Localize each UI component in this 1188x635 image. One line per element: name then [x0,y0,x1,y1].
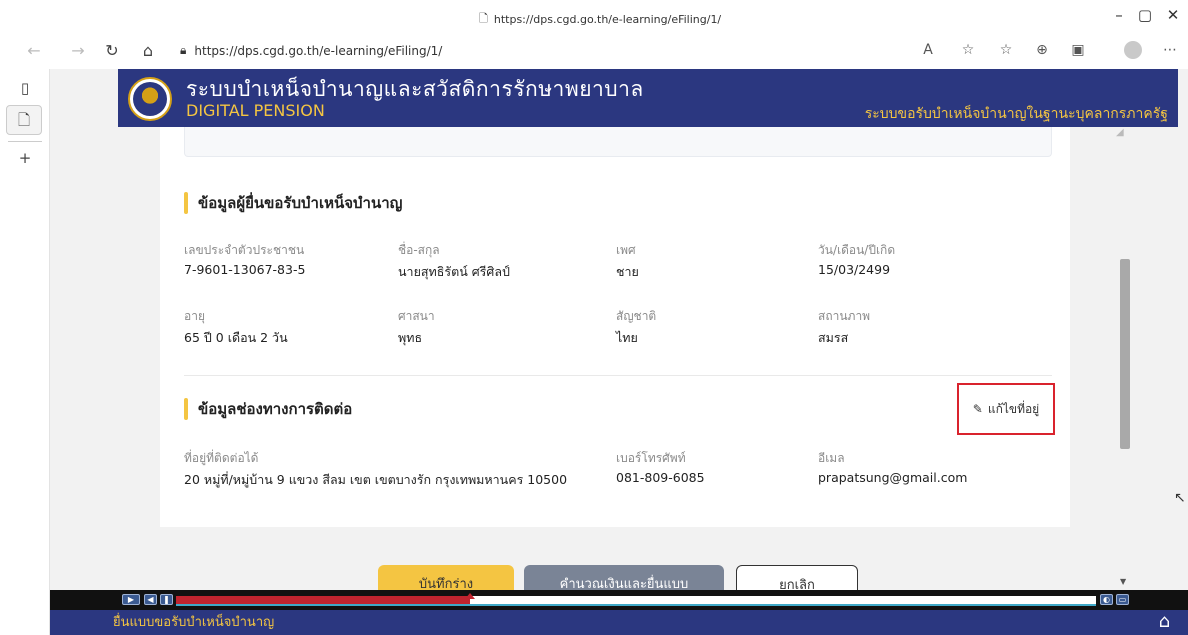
field-label: สัญชาติ [616,309,657,323]
fullscreen-icon[interactable]: ▭ [1116,594,1129,605]
volume-icon[interactable]: ◐ [1100,594,1113,605]
pause-icon[interactable]: ❚ [160,594,173,605]
close-icon[interactable]: ✕ [1158,6,1188,24]
contact-section-heading: ข้อมูลช่องทางการติดต่อ [184,397,352,421]
rewind-icon[interactable]: ◀ [144,594,157,605]
field-label: สถานภาพ [818,309,871,323]
birthdate-value: 15/03/2499 [818,262,891,277]
heading-accent-bar [184,192,188,214]
edit-address-button[interactable]: ✎ แก้ไขที่อยู่ [957,383,1055,435]
mouse-cursor-icon: ↖ [1174,490,1186,506]
playhead[interactable] [465,593,475,599]
home-browser-icon[interactable]: ⌂ [138,41,158,60]
home-icon[interactable]: ⌂ [1159,612,1170,632]
nationality-value: ไทย [616,330,638,345]
window-title: 🗋 https://dps.cgd.go.th/e-learning/eFili… [479,10,721,29]
page-icon: 🗋 [479,12,488,25]
fullname-value: นายสุทธิรัตน์ ศรีศิลป์ [398,264,510,279]
applicant-section-heading: ข้อมูลผู้ยื่นขอรับบำเหน็จบำนาญ [184,191,402,215]
new-tab-icon[interactable]: + [0,149,50,167]
field-label: ชื่อ-สกุล [398,243,440,257]
forward-icon[interactable]: → [68,41,88,60]
age-value: 65 ปี 0 เดือน 2 วัน [184,330,288,345]
more-menu-icon[interactable]: ⋯ [1160,42,1180,58]
collections-icon[interactable]: ⊕ [1032,42,1052,58]
cgd-logo [128,77,172,121]
edit-address-label: แก้ไขที่อยู่ [987,401,1040,416]
buffer-track [176,604,1096,606]
window-title-text: https://dps.cgd.go.th/e-learning/eFiling… [493,13,722,26]
field-label: ศาสนา [398,309,435,323]
playback-progress-remaining[interactable] [470,596,1096,604]
phone-value: 081-809-6085 [616,470,705,485]
religion-value: พุทธ [398,330,423,345]
active-tab-icon[interactable]: 🗋 [6,105,42,135]
add-favorite-icon[interactable]: ☆ [958,42,978,58]
scroll-down-arrow[interactable]: ▼ [1120,577,1126,586]
browser-titlebar: 🗋 https://dps.cgd.go.th/e-learning/eFili… [0,0,1188,33]
url-text: https://dps.cgd.go.th/e-learning/eFiling… [194,43,443,58]
tab-actions-icon[interactable]: ▯ [0,79,50,97]
profile-avatar[interactable] [1124,41,1142,59]
field-label: เพศ [616,243,636,257]
site-subtitle: DIGITAL PENSION [186,101,325,120]
site-header: ระบบบำเหน็จบำนาญและสวัสดิการรักษาพยาบาล … [118,69,1178,127]
field-label: วัน/เดือน/ปีเกิด [818,243,896,257]
browser-vertical-tabs: ▯ 🗋 + [0,69,50,635]
read-aloud-icon[interactable]: A [918,42,938,58]
field-label: เลขประจำตัวประชาชน [184,243,305,257]
video-player-bar: ▶ ◀ ❚ ◐ ▭ [50,590,1188,610]
favorites-icon[interactable]: ☆ [996,42,1016,58]
address-bar-row: ← → ↻ ⌂ 🔒︎ https://dps.cgd.go.th/e-learn… [0,33,1188,69]
footer-caption: ยื่นแบบขอรับบำเหน็จบำนาญ [113,615,275,630]
play-icon[interactable]: ▶ [122,594,140,605]
address-value: 20 หมู่ที่/หมู่บ้าน 9 แขวง สีลม เขต เขตบ… [184,472,568,487]
playback-progress-played[interactable] [176,596,470,604]
site-right-caption: ระบบขอรับบำเหน็จบำนาญในฐานะบุคลากรภาครัฐ [864,106,1168,122]
field-label: อีเมล [818,451,845,465]
tab-divider [8,141,42,142]
contact-heading-text: ข้อมูลช่องทางการติดต่อ [198,400,353,418]
notice-box [184,127,1052,157]
applicant-heading-text: ข้อมูลผู้ยื่นขอรับบำเหน็จบำนาญ [198,194,403,212]
restore-icon[interactable]: ▢ [1130,6,1160,24]
back-icon[interactable]: ← [24,41,44,60]
field-label: ที่อยู่ที่ติดต่อได้ [184,451,259,465]
site-footer: ยื่นแบบขอรับบำเหน็จบำนาญ ⌂ [50,610,1188,635]
web-content: ระบบบำเหน็จบำนาญและสวัสดิการรักษาพยาบาล … [50,69,1188,635]
email-value: prapatsung@gmail.com [818,470,968,485]
heading-accent-bar [184,398,188,420]
marital-status-value: สมรส [818,330,849,345]
lock-icon: 🔒︎ [180,43,187,57]
national-id-value: 7-9601-13067-83-5 [184,262,306,277]
pencil-icon: ✎ [972,402,983,416]
gender-value: ชาย [616,264,639,279]
form-card: ข้อมูลผู้ยื่นขอรับบำเหน็จบำนาญ เลขประจำต… [160,127,1070,527]
section-divider [184,375,1052,376]
field-label: เบอร์โทรศัพท์ [616,451,686,465]
screenshot-icon[interactable]: ▣ [1068,42,1088,58]
field-label: อายุ [184,309,205,323]
refresh-icon[interactable]: ↻ [102,41,122,60]
url-field[interactable]: 🔒︎ https://dps.cgd.go.th/e-learning/eFil… [180,43,442,58]
textarea-resize-handle: ◢ [1116,127,1124,138]
page-scrollbar-thumb[interactable] [1120,259,1130,449]
